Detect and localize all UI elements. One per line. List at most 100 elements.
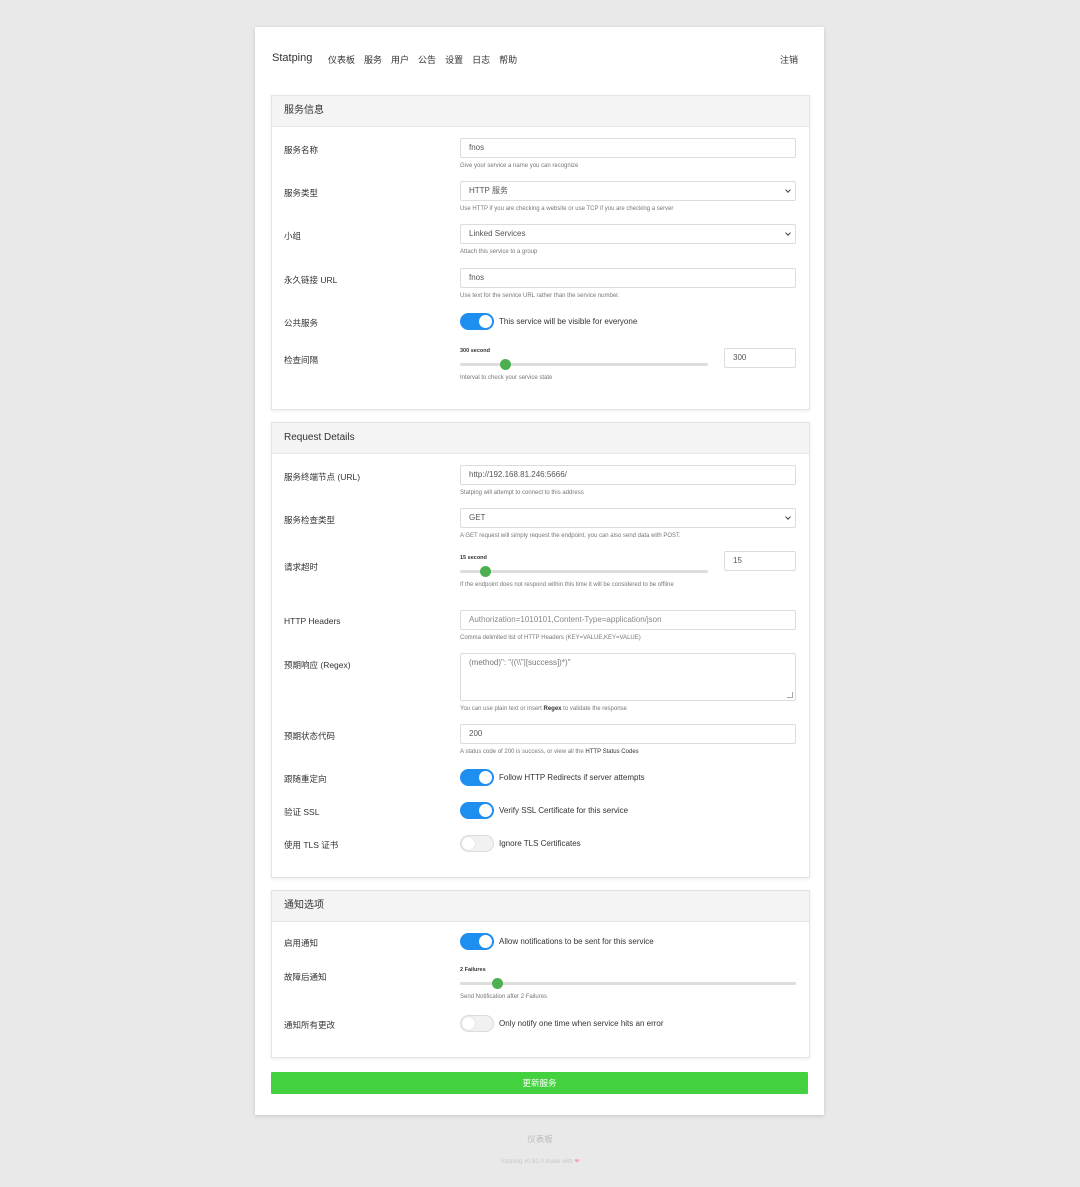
toggle-text: Ignore TLS Certificates (499, 839, 581, 848)
nav-dashboard[interactable]: 仪表板 (328, 53, 355, 66)
nav-announcements[interactable]: 公告 (418, 53, 436, 66)
nav-help[interactable]: 帮助 (499, 53, 517, 66)
toggle-text: Allow notifications to be sent for this … (499, 937, 654, 946)
timeout-slider-field: 15 second If the endpoint does not respo… (460, 551, 708, 590)
nav-logs[interactable]: 日志 (472, 53, 490, 66)
slider-thumb[interactable] (491, 978, 503, 989)
footer-note: Statping v0.91.0 made with ❤ (0, 1158, 1080, 1165)
heart-icon: ❤ (574, 1159, 580, 1165)
field-label: 故障后通知 (284, 972, 327, 982)
nav-settings[interactable]: 设置 (445, 53, 463, 66)
update-service-button[interactable]: 更新服务 (271, 1072, 808, 1094)
help-text-part: A status code of 200 is success, or view… (460, 749, 586, 755)
headers-input[interactable]: Authorization=1010101,Content-Type=appli… (460, 610, 796, 630)
footer-dashboard-link[interactable]: 仪表板 (0, 1133, 1080, 1145)
help-text: Interval to check your service state (460, 375, 553, 381)
field-label: 跟随重定向 (284, 774, 327, 784)
regex-link[interactable]: Regex (544, 706, 562, 712)
field-label: 服务类型 (284, 188, 319, 198)
help-text: You can use plain text or insert Regex t… (460, 705, 796, 714)
field-label: 请求超时 (284, 562, 319, 572)
toggle-text: Follow HTTP Redirects if server attempts (499, 773, 645, 782)
public-toggle-wrap: This service will be visible for everyon… (460, 313, 637, 330)
card-header: 通知选项 (272, 891, 809, 922)
slider-caption: 2 Failures (460, 967, 486, 973)
status-code-input[interactable]: 200 (460, 724, 796, 744)
field-label: 服务终端节点 (URL) (284, 472, 361, 482)
service-name-input[interactable]: fnos (460, 138, 796, 158)
endpoint-field: http://192.168.81.246:5666/ Statping wil… (460, 465, 796, 498)
toggle-knob (479, 935, 492, 948)
nav-users[interactable]: 用户 (391, 53, 409, 66)
nav-services[interactable]: 服务 (364, 53, 382, 66)
request-details-card: Request Details 服务终端节点 (URL) http://192.… (271, 422, 810, 878)
redirect-toggle-wrap: Follow HTTP Redirects if server attempts (460, 769, 645, 786)
field-label: 验证 SSL (284, 807, 320, 817)
method-select[interactable]: GET (460, 508, 796, 528)
field-label: 预期响应 (Regex) (284, 660, 351, 670)
enable-notify-toggle[interactable] (460, 933, 494, 950)
enable-notify-toggle-wrap: Allow notifications to be sent for this … (460, 933, 654, 950)
footer-link-text[interactable]: 仪表板 (527, 1134, 553, 1144)
method-field: GET A GET request will simply request th… (460, 508, 796, 541)
field-label: 预期状态代码 (284, 731, 336, 741)
slider-thumb[interactable] (499, 359, 511, 370)
help-text: Use text for the service URL rather than… (460, 293, 620, 299)
field-label: 小组 (284, 231, 302, 241)
field-label: 公共服务 (284, 318, 319, 328)
help-text: Comma delimited list of HTTP Headers (KE… (460, 635, 641, 641)
brand-logo[interactable]: Statping (272, 52, 312, 64)
field-label: 启用通知 (284, 938, 319, 948)
toggle-knob (479, 771, 492, 784)
field-label: 服务检查类型 (284, 515, 336, 525)
group-field: Linked Services Attach this service to a… (460, 224, 796, 257)
tls-toggle-wrap: Ignore TLS Certificates (460, 835, 581, 852)
field-label: 服务名称 (284, 145, 319, 155)
service-name-field: fnos Give your service a name you can re… (460, 138, 796, 171)
permalink-input[interactable]: fnos (460, 268, 796, 288)
service-type-field: HTTP 服务 Use HTTP if you are checking a w… (460, 181, 796, 214)
notify-after-slider-field: 2 Failures Send Notification after 2 Fai… (460, 967, 796, 1002)
card-header: Request Details (272, 423, 809, 454)
redirect-toggle[interactable] (460, 769, 494, 786)
help-text-part: You can use plain text or insert (460, 706, 544, 712)
toggle-knob (479, 315, 492, 328)
field-label: 永久链接 URL (284, 275, 338, 285)
help-text: Give your service a name you can recogni… (460, 163, 579, 169)
card-header: 服务信息 (272, 96, 809, 127)
notify-all-toggle-wrap: Only notify one time when service hits a… (460, 1015, 664, 1032)
nav-links: 仪表板 服务 用户 公告 设置 日志 帮助 (328, 53, 517, 66)
top-nav: Statping 仪表板 服务 用户 公告 设置 日志 帮助 注销 (272, 52, 798, 68)
help-text: Send Notification after 2 Failures (460, 994, 548, 1000)
slider-thumb[interactable] (479, 566, 491, 577)
toggle-text: This service will be visible for everyon… (499, 317, 638, 326)
field-label: 通知所有更改 (284, 1020, 336, 1030)
headers-field: Authorization=1010101,Content-Type=appli… (460, 610, 796, 643)
toggle-knob (462, 837, 475, 850)
notify-after-slider[interactable] (460, 978, 796, 989)
public-toggle[interactable] (460, 313, 494, 330)
help-text: If the endpoint does not respond within … (460, 582, 674, 588)
regex-textarea[interactable]: (method)": "((\\"|[success])*)" (460, 653, 796, 701)
notify-all-toggle[interactable] (460, 1015, 494, 1032)
regex-field: (method)": "((\\"|[success])*)" You can … (460, 653, 796, 714)
interval-input[interactable]: 300 (724, 348, 796, 368)
slider-caption: 300 second (460, 348, 490, 354)
timeout-slider[interactable] (460, 566, 708, 577)
permalink-field: fnos Use text for the service URL rather… (460, 268, 796, 301)
interval-slider[interactable] (460, 359, 708, 370)
ssl-toggle-wrap: Verify SSL Certificate for this service (460, 802, 628, 819)
ssl-toggle[interactable] (460, 802, 494, 819)
status-code-field: 200 A status code of 200 is success, or … (460, 724, 796, 757)
endpoint-input[interactable]: http://192.168.81.246:5666/ (460, 465, 796, 485)
field-label: 使用 TLS 证书 (284, 840, 339, 850)
help-text: Attach this service to a group (460, 249, 538, 255)
status-codes-link[interactable]: HTTP Status Codes (585, 749, 638, 755)
timeout-input[interactable]: 15 (724, 551, 796, 571)
help-text: A status code of 200 is success, or view… (460, 748, 796, 757)
toggle-text: Verify SSL Certificate for this service (499, 806, 629, 815)
service-type-select[interactable]: HTTP 服务 (460, 181, 796, 201)
tls-toggle[interactable] (460, 835, 494, 852)
group-select[interactable]: Linked Services (460, 224, 796, 244)
logout-link[interactable]: 注销 (780, 53, 798, 66)
